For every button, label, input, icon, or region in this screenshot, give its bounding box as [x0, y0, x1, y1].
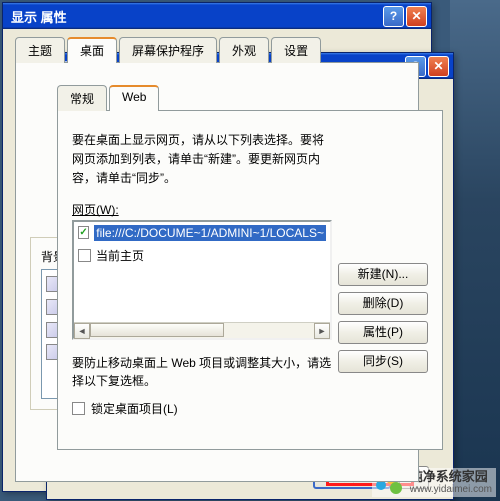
tab-general[interactable]: 常规	[57, 85, 107, 111]
close-icon[interactable]: ✕	[428, 56, 449, 77]
lock-desktop-items[interactable]: 锁定桌面项目(L)	[72, 400, 332, 417]
checkbox-icon[interactable]	[72, 402, 85, 415]
parent-title: 显示 属性	[11, 7, 381, 26]
horizontal-scrollbar[interactable]: ◄ ►	[74, 322, 330, 338]
new-button[interactable]: 新建(N)...	[338, 263, 428, 286]
desktop-items-window: 桌面项目 ? ✕ 常规 Web 要在桌面上显示网页，请从以下列表选择。要将网页添…	[46, 52, 454, 500]
help-icon[interactable]: ?	[383, 6, 404, 27]
scroll-left-icon[interactable]: ◄	[74, 323, 90, 339]
close-icon[interactable]: ✕	[406, 6, 427, 27]
lock-label: 锁定桌面项目(L)	[91, 400, 178, 417]
parent-titlebar[interactable]: 显示 属性 ? ✕	[3, 3, 431, 29]
checkbox-icon[interactable]	[78, 249, 91, 262]
lock-note: 要防止移动桌面上 Web 项目或调整其大小，请选择以下复选框。	[72, 354, 332, 390]
list-item[interactable]: 当前主页	[74, 244, 330, 267]
tab-desktop[interactable]: 桌面	[67, 37, 117, 63]
child-tabs: 常规 Web	[57, 85, 443, 111]
tab-screensaver[interactable]: 屏幕保护程序	[119, 37, 217, 63]
properties-button[interactable]: 属性(P)	[338, 321, 428, 344]
tab-appearance[interactable]: 外观	[219, 37, 269, 63]
delete-button[interactable]: 删除(D)	[338, 292, 428, 315]
scroll-right-icon[interactable]: ►	[314, 323, 330, 339]
instruction-text: 要在桌面上显示网页，请从以下列表选择。要将网页添加到列表，请单击“新建”。要更新…	[72, 131, 332, 189]
tab-settings[interactable]: 设置	[271, 37, 321, 63]
parent-tabs: 主题 桌面 屏幕保护程序 外观 设置	[15, 37, 419, 63]
watermark-url: www.yidaimei.com	[410, 484, 492, 495]
checkbox-icon[interactable]: ✓	[78, 226, 89, 239]
list-item[interactable]: ✓ file:///C:/DOCUME~1/ADMINI~1/LOCALS~	[74, 222, 330, 244]
webpages-label: 网页(W):	[72, 201, 332, 218]
tab-web[interactable]: Web	[109, 85, 159, 111]
sync-button[interactable]: 同步(S)	[338, 350, 428, 373]
watermark-title: 纯净系统家园	[410, 470, 492, 484]
webpages-listbox[interactable]: ✓ file:///C:/DOCUME~1/ADMINI~1/LOCALS~ 当…	[72, 220, 332, 340]
tab-theme[interactable]: 主题	[15, 37, 65, 63]
